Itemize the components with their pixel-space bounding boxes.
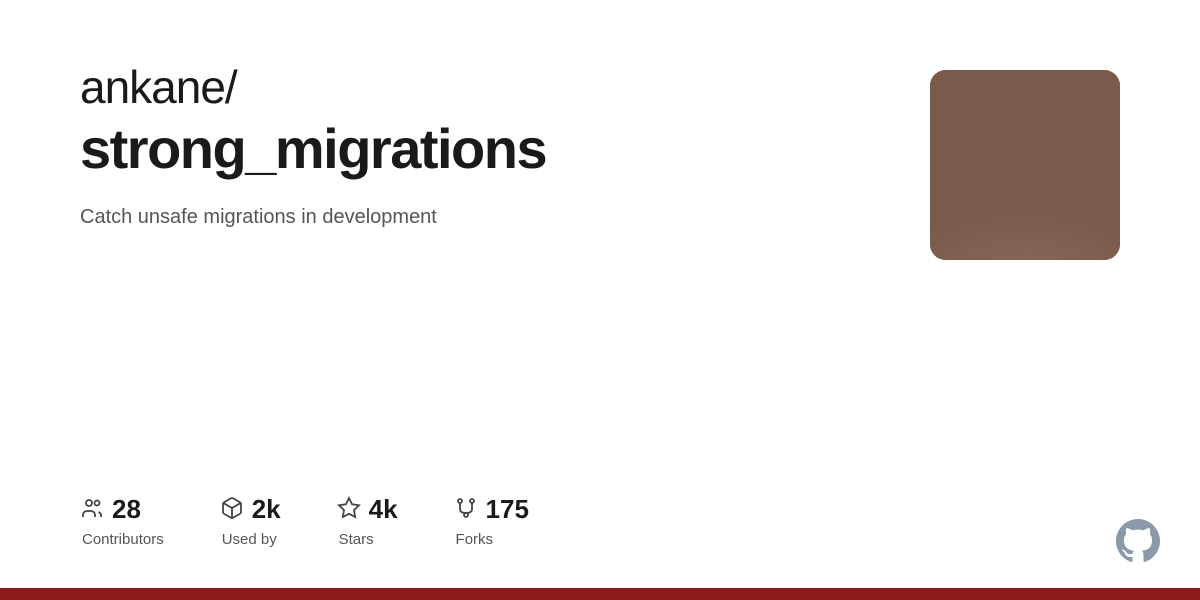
- used-by-count: 2k: [252, 494, 281, 525]
- forks-label: Forks: [454, 531, 494, 548]
- package-icon: [220, 496, 244, 524]
- repo-description: Catch unsafe migrations in development: [80, 206, 920, 229]
- forks-count: 175: [486, 494, 529, 525]
- star-icon: [337, 496, 361, 524]
- contributors-count: 28: [112, 494, 141, 525]
- stat-stars[interactable]: 4k Stars: [337, 494, 398, 548]
- repo-owner: ankane/: [80, 60, 920, 115]
- stat-forks[interactable]: 175 Forks: [454, 494, 529, 548]
- github-icon: [1116, 519, 1160, 563]
- stars-label: Stars: [337, 531, 374, 548]
- left-section: ankane/ strong_migrations Catch unsafe m…: [80, 60, 920, 548]
- repo-title-block: ankane/ strong_migrations: [80, 60, 920, 182]
- github-icon-container[interactable]: [1116, 519, 1160, 568]
- main-content: ankane/ strong_migrations Catch unsafe m…: [0, 0, 1200, 588]
- contributors-icon: [80, 496, 104, 524]
- bottom-bar: [0, 588, 1200, 600]
- repo-name: strong_migrations: [80, 115, 920, 182]
- avatar: [930, 70, 1120, 260]
- stat-contributors[interactable]: 28 Contributors: [80, 494, 164, 548]
- stat-used-by[interactable]: 2k Used by: [220, 494, 281, 548]
- stats-row: 28 Contributors 2k Used by: [80, 494, 920, 548]
- right-section: [920, 60, 1120, 548]
- stars-count: 4k: [369, 494, 398, 525]
- contributors-label: Contributors: [80, 531, 164, 548]
- used-by-label: Used by: [220, 531, 277, 548]
- fork-icon: [454, 496, 478, 524]
- avatar-image: [930, 70, 1120, 260]
